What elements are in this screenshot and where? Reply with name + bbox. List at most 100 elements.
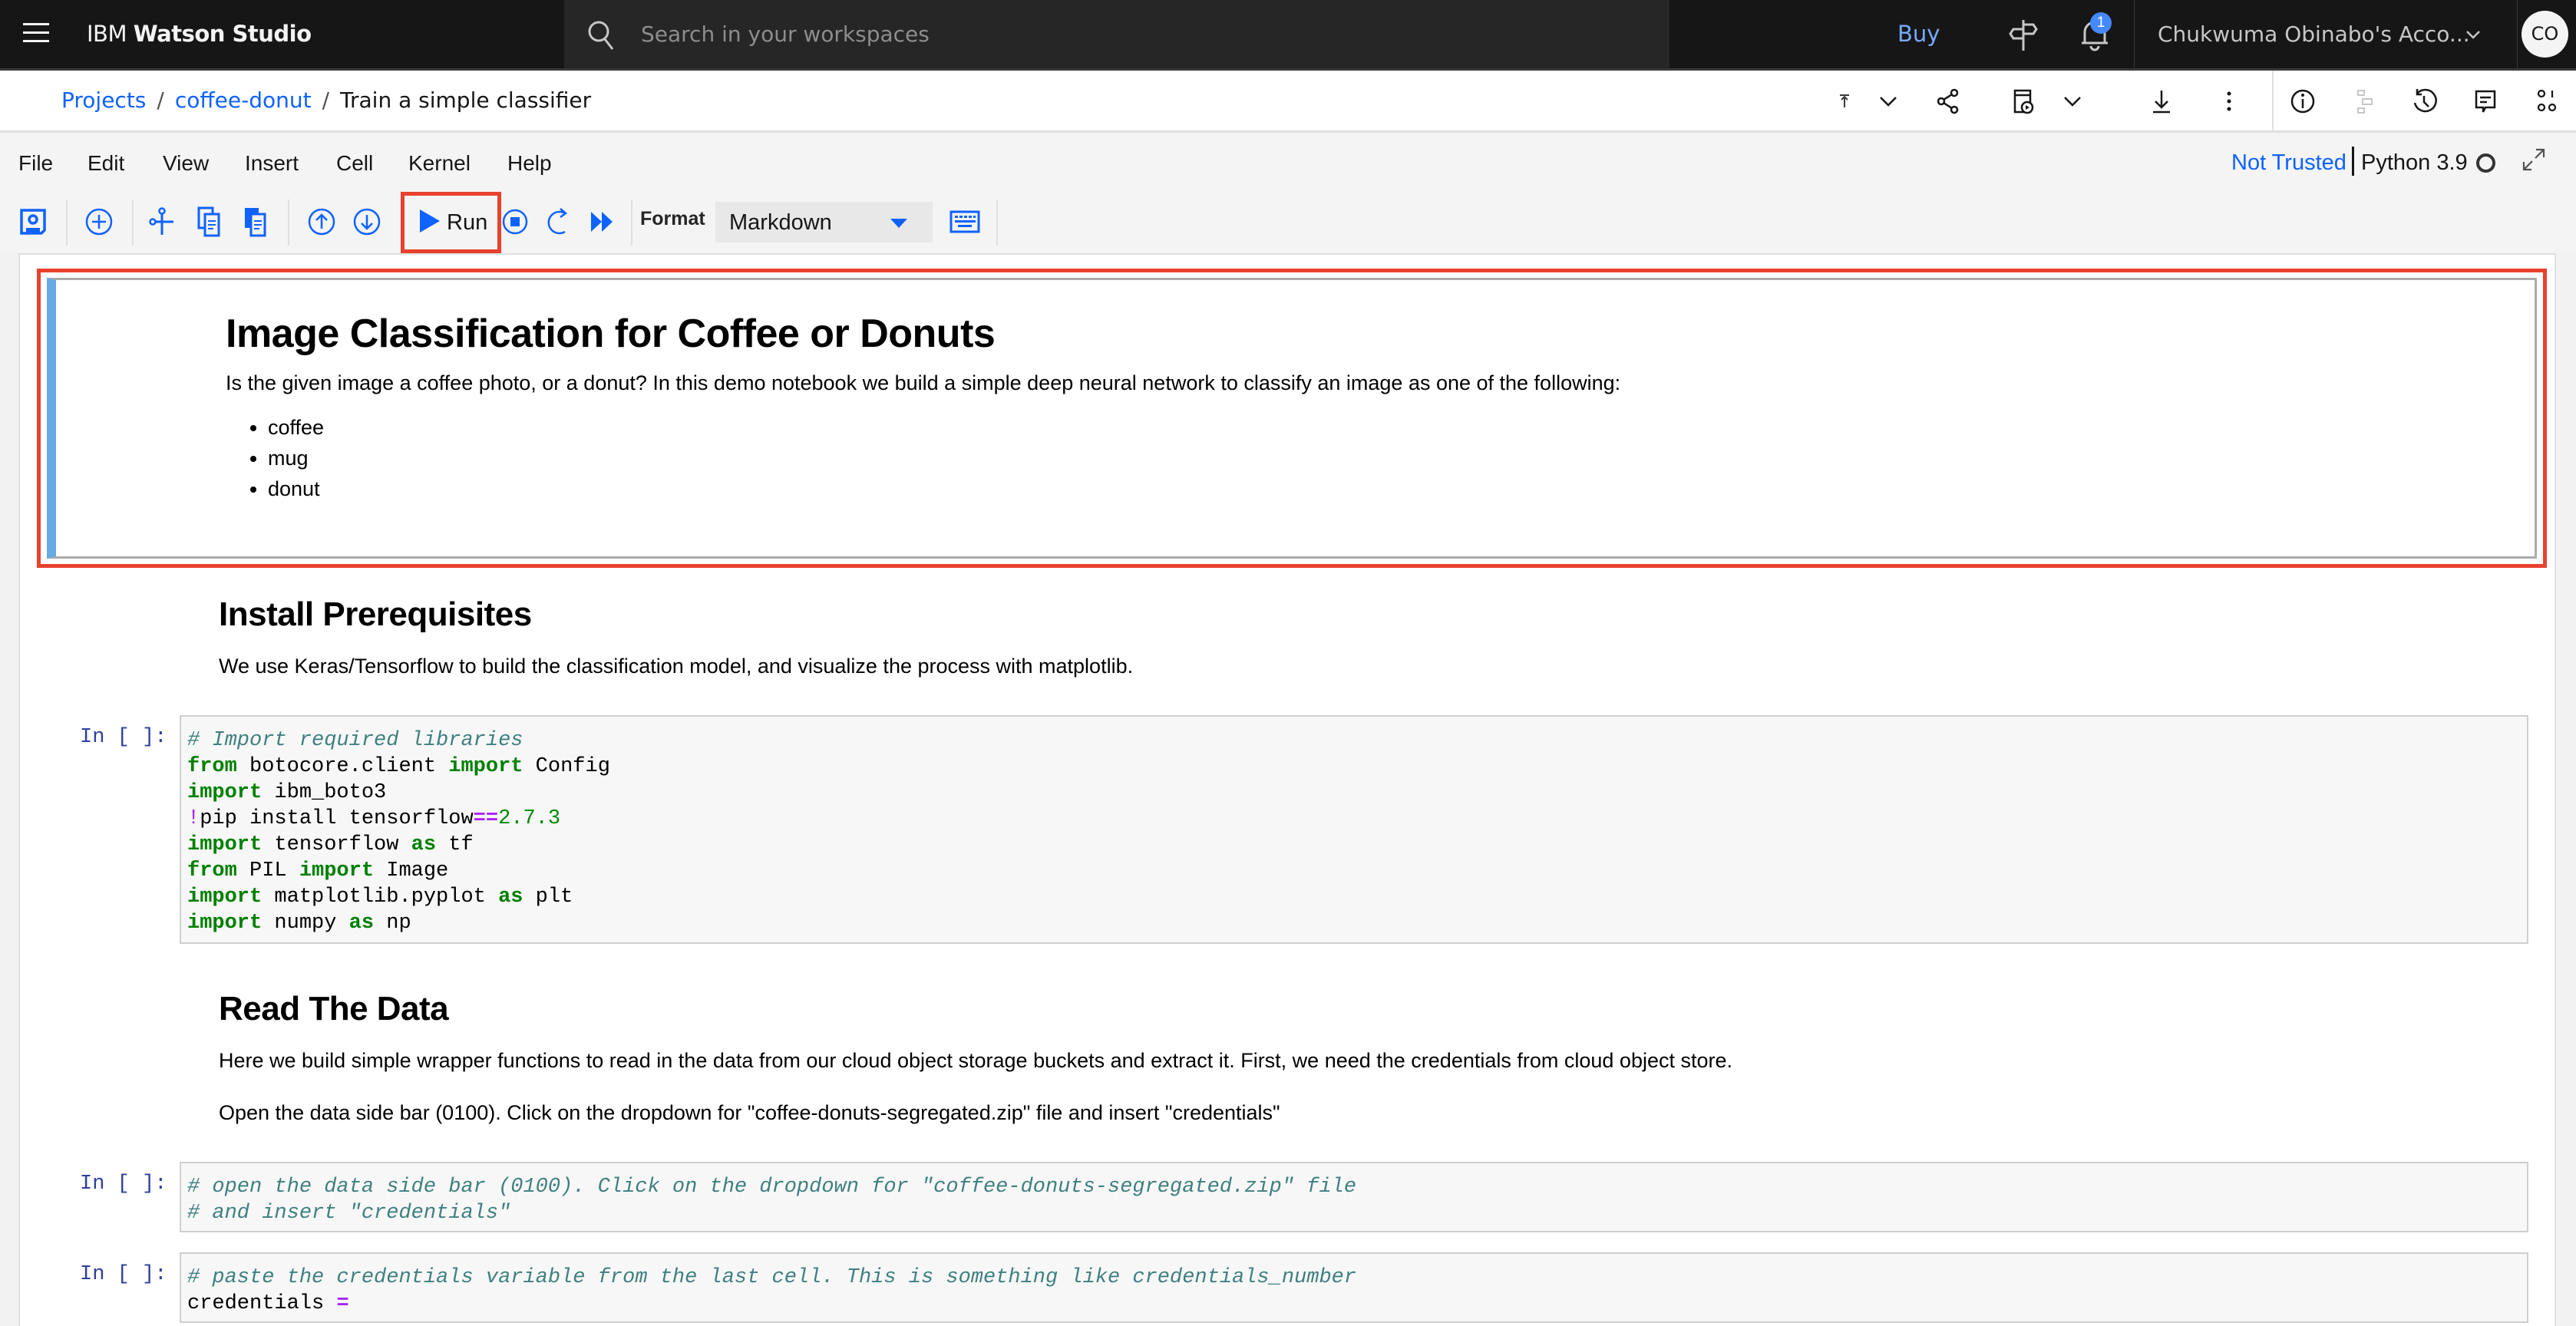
cell-heading: Image Classification for Coffee or Donut…	[226, 312, 996, 356]
publish-icon[interactable]	[1829, 86, 1860, 117]
cell-paragraph: Here we build simple wrapper functions t…	[219, 1049, 1733, 1072]
cell-paragraph: We use Keras/Tensorflow to build the cla…	[219, 655, 1134, 678]
brand[interactable]: IBM Watson Studio	[87, 21, 312, 47]
divider	[996, 200, 998, 246]
code-keyword: as	[411, 833, 437, 856]
download-icon[interactable]	[2146, 86, 2177, 117]
divider	[2272, 71, 2274, 130]
menu-help[interactable]: Help	[507, 151, 552, 176]
code-keyword: import	[187, 833, 263, 856]
paste-icon[interactable]	[238, 204, 273, 239]
divider	[288, 200, 289, 246]
code-operator: !	[187, 807, 200, 830]
run-all-icon[interactable]	[585, 204, 620, 239]
menu-kernel[interactable]: Kernel	[408, 151, 471, 176]
top-nav: IBM Watson Studio Buy 1 Chukwuma Obinabo…	[0, 0, 2576, 71]
schedule-job-icon[interactable]	[2008, 86, 2039, 117]
copy-icon[interactable]	[192, 204, 227, 239]
trust-status[interactable]: Not Trusted	[2231, 150, 2346, 176]
kernel-idle-indicator-icon	[2476, 153, 2495, 173]
cell-type-select[interactable]: Markdown	[715, 202, 933, 242]
breadcrumb: Projects / coffee-donut / Train a simple cla…	[61, 87, 591, 113]
format-label: Format	[640, 208, 705, 229]
menubar: File Edit View Insert Cell Kernel Help N…	[0, 133, 2576, 192]
cell-prompt: In [ ]:	[80, 1173, 167, 1196]
information-icon[interactable]	[2287, 86, 2318, 117]
breadcrumb-projects[interactable]: Projects	[61, 87, 146, 113]
list-item: mug	[268, 443, 1620, 473]
expand-icon[interactable]	[2521, 147, 2547, 173]
structure-icon	[2357, 90, 2373, 114]
interrupt-kernel-icon[interactable]	[497, 204, 533, 239]
code-comment: # Import required libraries	[187, 729, 523, 752]
markdown-cell-selected[interactable]: Image Classification for Coffee or Donut…	[47, 278, 2537, 559]
code-comment: # paste the credentials variable from th…	[187, 1266, 1357, 1289]
restart-kernel-icon[interactable]	[542, 204, 577, 239]
menu-insert[interactable]: Insert	[245, 151, 299, 176]
cut-icon[interactable]	[144, 204, 180, 239]
list-item: donut	[268, 473, 1620, 504]
save-icon[interactable]	[15, 204, 51, 239]
code-cell[interactable]: # open the data side bar (0100). Click o…	[180, 1162, 2528, 1232]
cell-paragraph: Is the given image a coffee photo, or a …	[226, 371, 1621, 394]
menu-cell[interactable]: Cell	[336, 151, 373, 176]
breadcrumb-project[interactable]: coffee-donut	[175, 87, 312, 113]
move-up-icon[interactable]	[304, 204, 339, 239]
code-keyword: from	[187, 755, 237, 778]
keyboard-shortcuts-icon[interactable]	[947, 204, 983, 239]
signpost-icon[interactable]	[2006, 17, 2041, 52]
breadcrumb-current: Train a simple classifier	[340, 87, 592, 113]
hamburger-menu-icon[interactable]	[23, 23, 49, 46]
version-history-icon[interactable]	[2409, 86, 2439, 117]
run-button[interactable]: Run	[401, 192, 501, 253]
search-bar	[564, 0, 1669, 68]
divider	[2352, 147, 2354, 176]
code-text: ibm_boto3	[262, 781, 387, 804]
brand-prefix: IBM	[87, 21, 127, 47]
move-down-icon[interactable]	[349, 204, 385, 239]
menu-file[interactable]: File	[18, 151, 53, 176]
code-comment: # open the data side bar (0100). Click o…	[187, 1176, 1357, 1199]
menu-view[interactable]: View	[163, 151, 209, 176]
code-cell[interactable]: # paste the credentials variable from th…	[180, 1252, 2528, 1323]
code-operator: ==	[473, 807, 499, 830]
code-text: plt	[523, 886, 573, 909]
code-keyword: import	[448, 755, 523, 778]
brand-name: Watson Studio	[133, 21, 312, 47]
code-text: credentials	[187, 1292, 325, 1315]
data-icon[interactable]	[2531, 86, 2562, 117]
share-icon[interactable]	[1933, 86, 1963, 117]
selected-cell-highlight: Image Classification for Coffee or Donut…	[37, 269, 2547, 568]
code-text: numpy	[262, 912, 349, 935]
code-text: tf	[436, 833, 474, 856]
account-switcher[interactable]: Chukwuma Obinabo's Acco...	[2134, 0, 2518, 68]
markdown-cell[interactable]: Install Prerequisites We use Keras/Tenso…	[219, 595, 1133, 680]
code-comment: # and insert "credentials"	[187, 1202, 511, 1225]
comments-icon[interactable]	[2470, 86, 2501, 117]
buy-link[interactable]: Buy	[1897, 21, 1940, 47]
chevron-down-icon[interactable]	[1873, 86, 1904, 117]
code-cell[interactable]: # Import required libraries from botocor…	[180, 715, 2528, 944]
notebook-container: Image Classification for Coffee or Donut…	[18, 253, 2556, 1326]
notebook-toolbar: Run Format Markdown	[0, 192, 2576, 253]
code-operator: =	[336, 1292, 349, 1315]
avatar[interactable]: CO	[2522, 11, 2568, 58]
cell-prompt: In [ ]:	[80, 726, 167, 749]
account-label: Chukwuma Obinabo's Acco...	[2158, 21, 2470, 47]
search-input[interactable]	[641, 0, 1639, 68]
insert-cell-icon[interactable]	[81, 204, 117, 239]
search-icon	[588, 21, 614, 50]
code-keyword: import	[187, 886, 263, 909]
menu-edit[interactable]: Edit	[88, 151, 124, 176]
chevron-down-icon[interactable]	[2057, 86, 2088, 117]
code-text: Image	[374, 859, 449, 882]
cell-prompt: In [ ]:	[80, 1263, 167, 1286]
overflow-menu-icon[interactable]	[2214, 86, 2244, 117]
breadcrumb-separator: /	[322, 87, 330, 113]
code-keyword: from	[187, 859, 237, 882]
markdown-cell[interactable]: Read The Data Here we build simple wrapp…	[219, 990, 1732, 1126]
notification-badge: 1	[2090, 12, 2112, 34]
code-keyword: import	[187, 781, 263, 804]
cell-paragraph: Open the data side bar (0100). Click on …	[219, 1101, 1280, 1124]
cell-heading: Read The Data	[219, 990, 449, 1027]
